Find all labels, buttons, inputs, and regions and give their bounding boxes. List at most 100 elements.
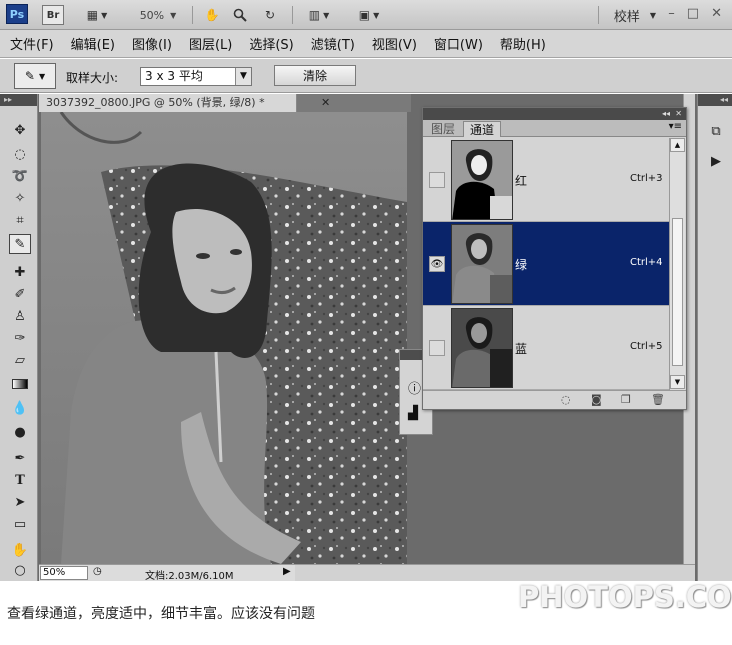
zoom-level-input[interactable]: 50%: [40, 566, 88, 580]
zoom-tool-icon[interactable]: [230, 5, 250, 25]
channel-row-green[interactable]: 👁 绿 Ctrl+4: [423, 222, 669, 306]
chevron-down-icon: ▼: [38, 71, 46, 81]
document-canvas[interactable]: [41, 112, 407, 564]
blur-tool-icon[interactable]: 💧: [9, 398, 31, 418]
arrange-icon: ▥: [308, 8, 321, 22]
menu-bar: 文件(F) 编辑(E) 图像(I) 图层(L) 选择(S) 滤镜(T) 视图(V…: [0, 30, 732, 58]
scroll-down-icon[interactable]: ▼: [670, 375, 685, 389]
scroll-up-icon[interactable]: ▲: [670, 138, 685, 152]
menu-filter[interactable]: 滤镜(T): [311, 34, 355, 53]
channels-panel: ◂◂ ✕ 图层 通道 ▾≡ 红 Ctrl+3 👁 绿 Ctrl+4 蓝 Ctrl…: [422, 107, 687, 410]
view-extras-button[interactable]: ▦ ▼: [80, 5, 114, 25]
delete-channel-icon[interactable]: 🗑: [651, 393, 665, 406]
panel-menu-icon[interactable]: ▾≡: [669, 121, 682, 132]
panel-collapse-icon[interactable]: ▸▸: [0, 94, 37, 106]
tool-preset-picker[interactable]: ✎ ▼: [14, 63, 56, 89]
hand-tool-icon[interactable]: ✋: [202, 5, 222, 25]
chevron-down-icon: ▼: [101, 10, 108, 20]
collapsed-panel-dock: ◂◂ ⧉ ▶: [697, 94, 732, 581]
close-icon[interactable]: ✕: [321, 96, 330, 109]
chevron-down-icon: ▼: [235, 68, 251, 85]
menu-help[interactable]: 帮助(H): [500, 34, 546, 53]
channel-shortcut: Ctrl+3: [630, 173, 663, 184]
options-bar: ✎ ▼ 取样大小: 3 x 3 平均 ▼ 清除: [0, 59, 732, 93]
marquee-tool-icon[interactable]: ◌: [9, 144, 31, 164]
pen-tool-icon[interactable]: ✒: [9, 448, 31, 468]
histogram-icon[interactable]: ▟: [408, 406, 418, 421]
visibility-toggle[interactable]: [429, 340, 445, 356]
hand-tool-icon[interactable]: ✋: [9, 540, 31, 560]
divider: [598, 6, 599, 24]
menu-window[interactable]: 窗口(W): [434, 34, 483, 53]
lasso-tool-icon[interactable]: ➰: [9, 166, 31, 186]
arrange-documents-button[interactable]: ▥ ▼: [302, 5, 336, 25]
scrollbar-thumb[interactable]: [672, 218, 683, 366]
sample-size-select[interactable]: 3 x 3 平均 ▼: [140, 67, 252, 86]
gradient-tool-icon[interactable]: [9, 374, 31, 394]
new-channel-icon[interactable]: ❐: [621, 393, 631, 406]
zoom-tool-icon[interactable]: ○: [9, 560, 31, 580]
clone-stamp-tool-icon[interactable]: ♙: [9, 306, 31, 326]
panel-titlebar[interactable]: ◂◂ ✕: [423, 108, 686, 120]
move-tool-icon[interactable]: ✥: [9, 120, 31, 140]
workspace-switcher[interactable]: 校样 ▼: [610, 5, 660, 25]
channel-row-red[interactable]: 红 Ctrl+3: [423, 138, 669, 222]
document-tab-bar: 3037392_0800.JPG @ 50% (背景, 绿/8) * ✕: [39, 94, 411, 112]
workspace-label: 校样: [613, 9, 640, 25]
panel-expand-icon[interactable]: ◂◂: [698, 94, 732, 106]
history-brush-tool-icon[interactable]: ✑: [9, 328, 31, 348]
type-tool-icon[interactable]: T: [9, 470, 31, 490]
horizontal-scrollbar[interactable]: [295, 564, 695, 581]
collapse-panel-icon[interactable]: ◂◂: [662, 108, 670, 120]
dodge-tool-icon[interactable]: ●: [9, 422, 31, 442]
photo-green-channel: [41, 112, 407, 564]
screen-mode-button[interactable]: ▣ ▼: [352, 5, 386, 25]
rotate-view-icon[interactable]: ↻: [260, 5, 280, 25]
channel-row-blue[interactable]: 蓝 Ctrl+5: [423, 306, 669, 390]
menu-file[interactable]: 文件(F): [10, 34, 54, 53]
zoom-level-value: 50%: [139, 8, 165, 22]
clear-button[interactable]: 清除: [274, 65, 356, 86]
visibility-toggle[interactable]: [429, 172, 445, 188]
shape-tool-icon[interactable]: ▭: [9, 514, 31, 534]
healing-brush-tool-icon[interactable]: ✚: [9, 262, 31, 282]
actions-panel-icon[interactable]: ▶: [706, 152, 726, 170]
minimize-icon[interactable]: –: [668, 6, 675, 21]
save-selection-icon[interactable]: ◙: [591, 393, 602, 406]
photoshop-logo: Ps: [6, 4, 28, 24]
document-tab[interactable]: 3037392_0800.JPG @ 50% (背景, 绿/8) *: [39, 94, 297, 112]
divider: [292, 6, 293, 24]
channel-list-scrollbar[interactable]: ▲ ▼: [669, 138, 685, 390]
close-icon[interactable]: ✕: [675, 108, 682, 120]
path-selection-tool-icon[interactable]: ➤: [9, 492, 31, 512]
info-icon[interactable]: ⓘ: [408, 378, 421, 397]
status-menu-arrow-icon[interactable]: ▶: [283, 566, 291, 577]
tab-channels[interactable]: 通道: [463, 121, 502, 137]
crop-tool-icon[interactable]: ⌗: [9, 210, 31, 230]
channel-shortcut: Ctrl+5: [630, 341, 663, 352]
history-panel-icon[interactable]: ⧉: [706, 122, 726, 140]
brush-tool-icon[interactable]: ✐: [9, 284, 31, 304]
channels-footer: ◌ ◙ ❐ 🗑: [423, 390, 686, 409]
menu-select[interactable]: 选择(S): [249, 34, 293, 53]
menu-edit[interactable]: 编辑(E): [71, 34, 115, 53]
load-selection-icon[interactable]: ◌: [561, 393, 571, 406]
quick-selection-tool-icon[interactable]: ✧: [9, 188, 31, 208]
menu-view[interactable]: 视图(V): [372, 34, 417, 53]
menu-layer[interactable]: 图层(L): [189, 34, 232, 53]
eye-icon: 👁: [430, 258, 444, 270]
visibility-toggle[interactable]: 👁: [429, 256, 445, 272]
menu-image[interactable]: 图像(I): [132, 34, 172, 53]
tab-layers[interactable]: 图层: [425, 121, 461, 137]
channel-thumbnail: [451, 308, 513, 388]
eraser-tool-icon[interactable]: ▱: [9, 350, 31, 370]
maximize-icon[interactable]: □: [687, 6, 699, 21]
zoom-level-select[interactable]: 50% ▼: [136, 5, 180, 25]
channel-name: 绿: [515, 258, 528, 272]
launch-bridge-button[interactable]: Br: [42, 5, 64, 25]
eyedropper-tool-icon[interactable]: ✎: [9, 234, 31, 254]
chevron-down-icon: ▼: [170, 10, 177, 20]
close-icon[interactable]: ✕: [711, 6, 722, 21]
status-info-icon[interactable]: ◷: [93, 566, 102, 577]
channel-thumbnail: [451, 224, 513, 304]
